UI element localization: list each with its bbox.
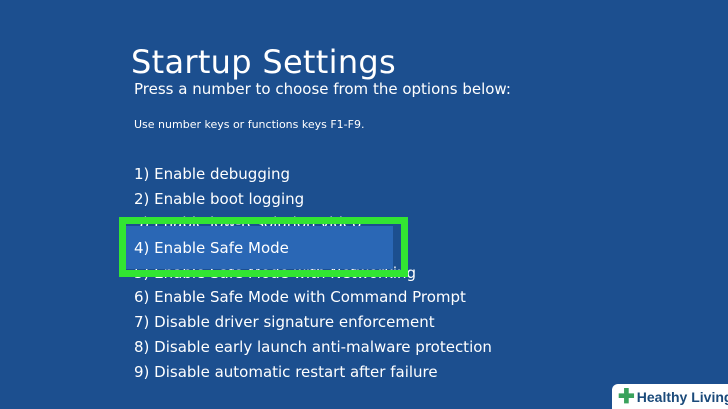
option-enable-boot-logging[interactable]: 2) Enable boot logging xyxy=(134,187,492,212)
instruction-text: Press a number to choose from the option… xyxy=(134,80,511,98)
option-enable-debugging[interactable]: 1) Enable debugging xyxy=(134,162,492,187)
page-title: Startup Settings xyxy=(131,43,396,82)
watermark-logo: ✚ Healthy Living xyxy=(612,384,728,409)
option-safe-mode-command-prompt[interactable]: 6) Enable Safe Mode with Command Prompt xyxy=(134,285,492,310)
option-disable-auto-restart[interactable]: 9) Disable automatic restart after failu… xyxy=(134,360,492,385)
plus-icon: ✚ xyxy=(618,385,635,408)
watermark-text: Healthy Living xyxy=(636,388,728,405)
hint-text: Use number keys or functions keys F1-F9. xyxy=(134,118,365,131)
option-disable-early-launch-antimalware[interactable]: 8) Disable early launch anti-malware pro… xyxy=(134,335,492,360)
option-enable-safe-mode[interactable]: 4) Enable Safe Mode xyxy=(126,226,492,269)
option-disable-driver-signature[interactable]: 7) Disable driver signature enforcement xyxy=(134,310,492,335)
